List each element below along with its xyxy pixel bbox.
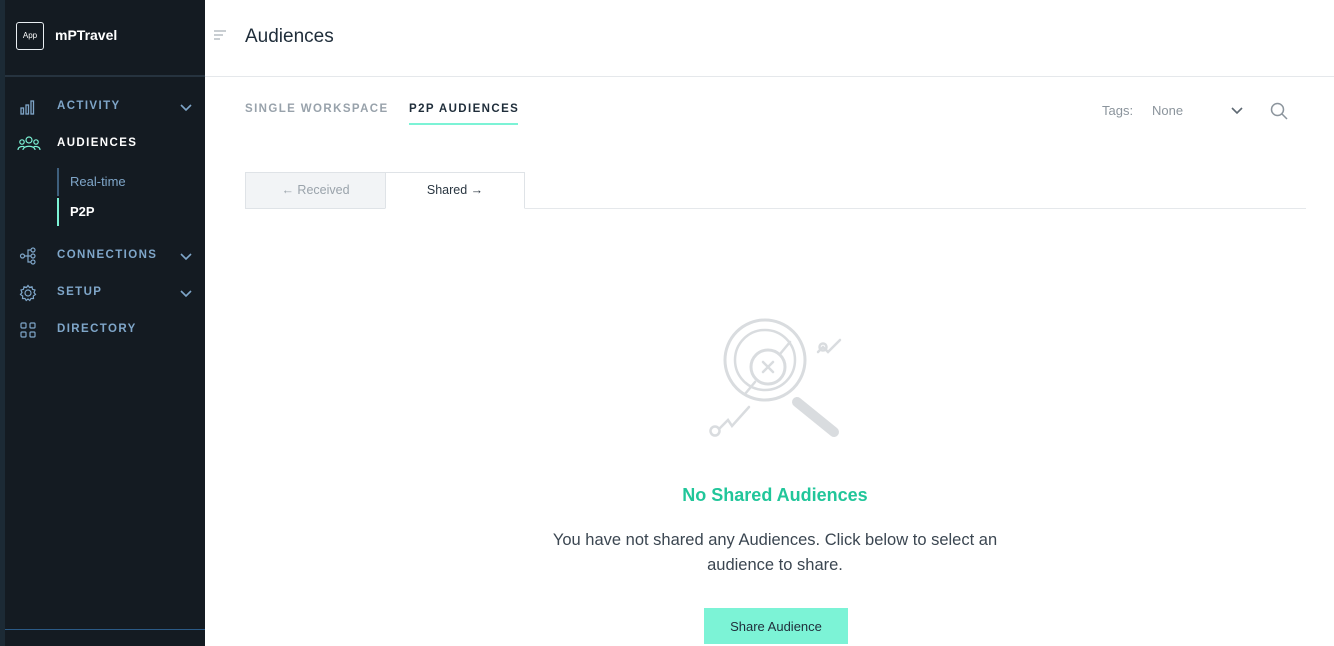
sidebar-subitem-p2p[interactable]: P2P	[57, 198, 205, 226]
sidebar-item-activity[interactable]: ACTIVITY	[5, 92, 205, 122]
sidebar-divider	[5, 629, 205, 630]
sidebar-subitem-real-time[interactable]: Real-time	[57, 168, 205, 196]
chevron-down-icon[interactable]	[179, 101, 193, 113]
segment-shared[interactable]: Shared →	[385, 172, 525, 209]
sidebar-item-label: CONNECTIONS	[57, 249, 158, 261]
segment-received[interactable]: ← Received	[245, 172, 386, 209]
sidebar-item-audiences[interactable]: AUDIENCES	[5, 129, 205, 159]
grid-icon	[20, 322, 36, 338]
empty-search-illustration	[709, 318, 842, 437]
tab-single-workspace[interactable]: SINGLE WORKSPACE	[245, 103, 389, 115]
chevron-down-icon[interactable]	[179, 287, 193, 299]
page-header: Audiences	[205, 0, 1334, 77]
active-tab-indicator	[409, 123, 518, 125]
page-title: Audiences	[245, 26, 334, 47]
empty-state-message: You have not shared any Audiences. Click…	[552, 531, 998, 574]
app-root: App mPTravel ACTIVITY AUDIENCES Real-tim…	[0, 0, 1334, 646]
sidebar: App mPTravel ACTIVITY AUDIENCES Real-tim…	[0, 0, 205, 646]
search-icon[interactable]	[1269, 101, 1289, 121]
tags-label: Tags:	[1102, 103, 1134, 118]
sidebar-item-label: DIRECTORY	[57, 323, 137, 335]
sidebar-item-label: SETUP	[57, 286, 103, 298]
users-icon	[17, 136, 41, 151]
chevron-down-icon[interactable]	[1230, 105, 1244, 117]
gear-icon	[19, 284, 37, 302]
app-logo[interactable]: App	[16, 22, 44, 50]
sidebar-item-label: ACTIVITY	[57, 100, 121, 112]
sidebar-item-directory[interactable]: DIRECTORY	[5, 315, 205, 345]
chevron-down-icon[interactable]	[179, 250, 193, 262]
sidebar-item-label: AUDIENCES	[57, 137, 138, 149]
bar-chart-icon	[20, 100, 35, 115]
tags-select[interactable]: None	[1152, 103, 1183, 118]
sidebar-subitem-label: P2P	[70, 204, 95, 219]
empty-state-title: No Shared Audiences	[682, 485, 868, 505]
share-audience-button[interactable]: Share Audience	[704, 608, 848, 644]
sidebar-item-setup[interactable]: SETUP	[5, 278, 205, 308]
sidebar-item-connections[interactable]: CONNECTIONS	[5, 241, 205, 271]
menu-toggle-icon[interactable]	[213, 29, 227, 41]
connections-icon	[19, 247, 36, 265]
workspace-name[interactable]: mPTravel	[55, 27, 117, 43]
brand: App mPTravel	[5, 0, 205, 77]
sidebar-subitem-label: Real-time	[70, 174, 126, 189]
tab-p2p-audiences[interactable]: P2P AUDIENCES	[409, 103, 519, 115]
